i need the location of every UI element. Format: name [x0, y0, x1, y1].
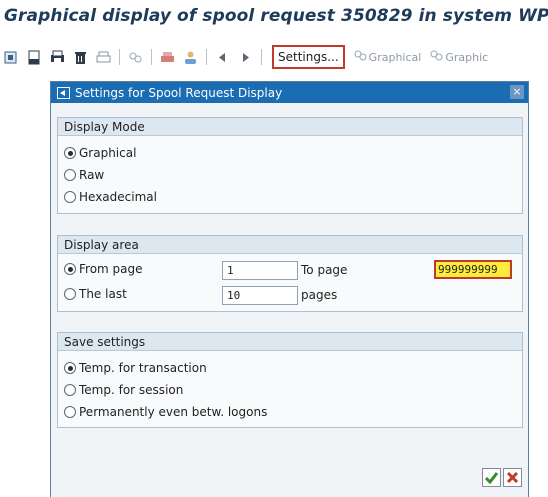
print-icon[interactable]	[49, 49, 66, 66]
display-mode-group: Display Mode Graphical Raw Hexadecimal	[57, 117, 523, 214]
graphical-button[interactable]: Graphical	[354, 50, 422, 64]
display-area-title: Display area	[58, 236, 522, 254]
graphical-button-label: Graphic	[445, 50, 489, 64]
radio-the-last[interactable]: The last	[64, 287, 127, 301]
to-page-label: To page	[301, 263, 348, 277]
save-settings-group: Save settings Temp. for transaction Temp…	[57, 332, 523, 428]
color-print-icon[interactable]	[159, 49, 176, 66]
close-icon[interactable]: ×	[510, 85, 524, 99]
graphical-button-icon	[430, 50, 443, 64]
graphical-icon[interactable]	[127, 49, 144, 66]
radio-button[interactable]	[64, 384, 76, 396]
settings-dialog: Settings for Spool Request Display × Dis…	[50, 81, 529, 497]
radio-label: Permanently even betw. logons	[79, 405, 268, 419]
next-icon[interactable]	[237, 49, 254, 66]
toolbar-separator	[261, 49, 262, 65]
cancel-button[interactable]	[503, 468, 522, 487]
settings-button[interactable]: Settings...	[272, 45, 345, 69]
radio-graphical[interactable]: Graphical	[64, 146, 136, 160]
radio-button[interactable]	[64, 263, 76, 275]
print-preview-icon[interactable]	[95, 49, 112, 66]
save-settings-title: Save settings	[58, 333, 522, 351]
graphical-button-icon	[354, 50, 367, 64]
refresh-icon[interactable]	[3, 49, 20, 66]
display-mode-title: Display Mode	[58, 118, 522, 136]
radio-label: Raw	[79, 168, 105, 182]
toolbar-separator	[119, 49, 120, 65]
graphical-button-label: Graphical	[368, 50, 422, 64]
dialog-icon	[57, 86, 70, 99]
checkmark-icon	[484, 472, 499, 485]
radio-button[interactable]	[64, 191, 76, 203]
radio-raw[interactable]: Raw	[64, 168, 104, 182]
graphical-button-2[interactable]: Graphic	[430, 50, 488, 64]
radio-label: Hexadecimal	[79, 190, 157, 204]
cross-icon	[506, 471, 519, 484]
to-page-input[interactable]	[434, 260, 512, 279]
radio-button[interactable]	[64, 147, 76, 159]
radio-label: Temp. for session	[79, 383, 184, 397]
radio-button[interactable]	[64, 362, 76, 374]
user-icon[interactable]	[182, 49, 199, 66]
from-page-input[interactable]	[222, 261, 298, 280]
radio-label: Graphical	[79, 146, 137, 160]
the-last-input[interactable]	[222, 286, 298, 305]
radio-label: Temp. for transaction	[79, 361, 207, 375]
delete-icon[interactable]	[72, 49, 89, 66]
toolbar-separator	[151, 49, 152, 65]
radio-temp-transaction[interactable]: Temp. for transaction	[64, 361, 207, 375]
radio-permanently[interactable]: Permanently even betw. logons	[64, 405, 267, 419]
toolbar-separator	[206, 49, 207, 65]
confirm-button[interactable]	[482, 468, 501, 487]
previous-icon[interactable]	[214, 49, 231, 66]
window-title: Graphical display of spool request 35082…	[4, 6, 548, 26]
radio-button[interactable]	[64, 406, 76, 418]
dialog-title: Settings for Spool Request Display	[75, 85, 283, 100]
pages-label: pages	[301, 288, 338, 302]
radio-label: From page	[79, 262, 143, 276]
radio-temp-session[interactable]: Temp. for session	[64, 383, 183, 397]
toolbar: Settings... Graphical Graphic	[0, 42, 548, 72]
radio-hexadecimal[interactable]: Hexadecimal	[64, 190, 157, 204]
radio-button[interactable]	[64, 169, 76, 181]
dialog-header: Settings for Spool Request Display	[51, 82, 528, 103]
display-area-group: Display area From page To page The last …	[57, 235, 523, 312]
radio-button[interactable]	[64, 288, 76, 300]
document-icon[interactable]	[26, 49, 43, 66]
radio-from-page[interactable]: From page	[64, 262, 143, 276]
radio-label: The last	[79, 287, 127, 301]
